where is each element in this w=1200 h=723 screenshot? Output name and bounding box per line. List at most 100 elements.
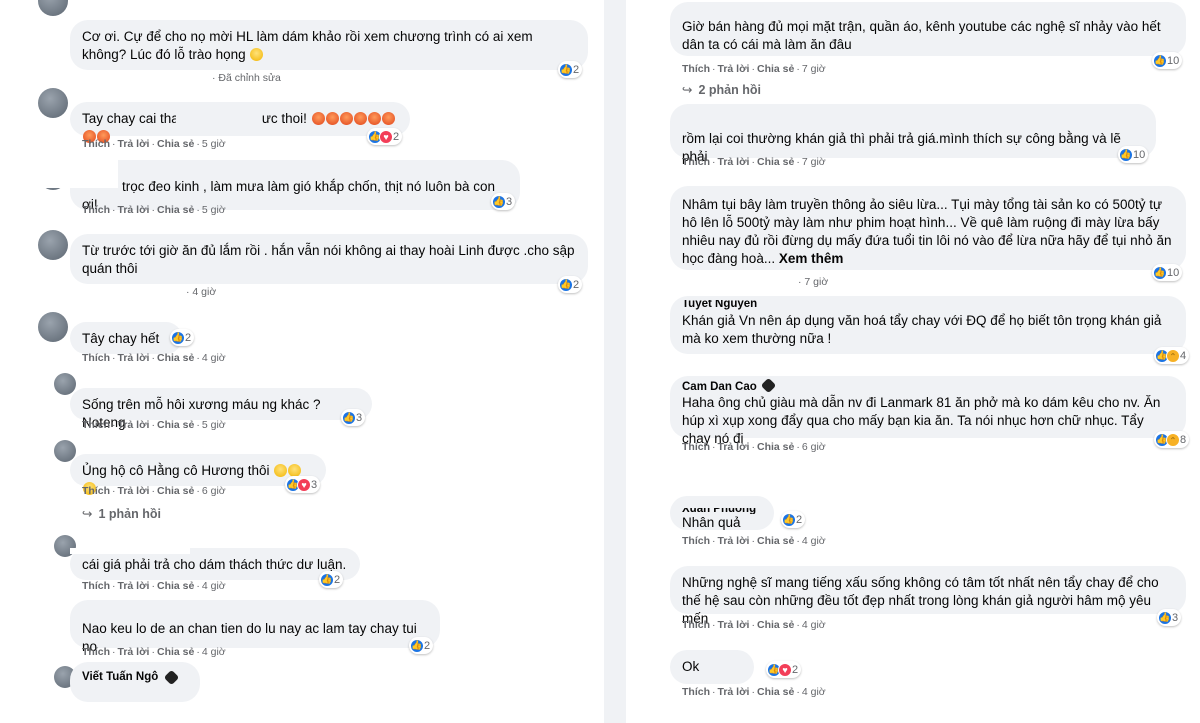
reaction-count[interactable]: 👍 ♥ 2 xyxy=(766,661,802,678)
avatar[interactable] xyxy=(38,230,68,260)
like-link[interactable]: Thích xyxy=(82,204,110,216)
comment-text: Từ trước tới giờ ăn đủ lắm rồi . hắn vẫn… xyxy=(82,243,575,276)
reply-link[interactable]: Trả lời xyxy=(118,646,150,658)
reaction-count[interactable]: 👍 2 xyxy=(319,571,344,588)
view-replies-link[interactable]: ↪ 1 phản hồi xyxy=(82,506,161,521)
comment-time: 5 giờ xyxy=(201,138,226,150)
reaction-count[interactable]: 👍 10 xyxy=(1152,52,1183,69)
like-link[interactable]: Thích xyxy=(682,441,710,453)
like-reaction-icon: 👍 xyxy=(1158,610,1172,625)
share-link[interactable]: Chia sẻ xyxy=(757,156,794,168)
like-reaction-icon: 👍 xyxy=(342,410,356,425)
reaction-count[interactable]: 👍 2 xyxy=(170,329,195,346)
reaction-count[interactable]: 👍 2 xyxy=(558,276,583,293)
view-replies-link[interactable]: ↪ 2 phản hồi xyxy=(682,82,761,97)
comment-bubble: Cơ ơi. Cự để cho nọ mời HL làm dám khảo … xyxy=(70,20,588,70)
like-link[interactable]: Thích xyxy=(82,419,110,431)
avatar[interactable] xyxy=(38,312,68,342)
reply-link[interactable]: Trả lời xyxy=(118,485,150,497)
share-link[interactable]: Chia sẻ xyxy=(157,138,194,150)
right-comment-column: Giờ bán hàng đủ mọi mặt trận, quần áo, k… xyxy=(626,0,1200,723)
comment-actions: Thích · Trả lời · Chia sẻ · 4 giờ xyxy=(682,686,826,698)
share-link[interactable]: Chia sẻ xyxy=(157,485,194,497)
comment-time: 6 giờ xyxy=(801,441,826,453)
reply-link[interactable]: Trả lời xyxy=(118,204,150,216)
like-link[interactable]: Thích xyxy=(682,156,710,168)
share-link[interactable]: Chia sẻ xyxy=(157,646,194,658)
comment-bubble: Giờ bán hàng đủ mọi mặt trận, quần áo, k… xyxy=(670,2,1186,56)
share-link[interactable]: Chia sẻ xyxy=(757,535,794,547)
comment-author[interactable]: Tuyet Nguyen xyxy=(682,300,1174,312)
reaction-count[interactable]: 👍 10 xyxy=(1118,146,1149,163)
share-link[interactable]: Chia sẻ xyxy=(157,419,194,431)
comment-author[interactable]: Xuan Phuong xyxy=(682,508,762,514)
reply-link[interactable]: Trả lời xyxy=(718,686,750,698)
share-link[interactable]: Chia sẻ xyxy=(757,441,794,453)
like-reaction-icon: 👍 xyxy=(171,330,185,345)
reaction-count[interactable]: 👍 3 xyxy=(1157,609,1182,626)
comment-meta: · Đã chỉnh sửa xyxy=(212,72,281,84)
reaction-count[interactable]: 👍 ♥ 2 xyxy=(367,128,403,145)
like-link[interactable]: Thích xyxy=(82,646,110,658)
comment-author[interactable]: Cam Dan Cao xyxy=(682,377,1174,394)
avatar[interactable] xyxy=(54,440,76,462)
comment-actions: Thích · Trả lời · Chia sẻ · 4 giờ xyxy=(82,580,226,592)
comment-text: cái giá phải trả cho dám thách thức dư l… xyxy=(82,557,347,572)
angry-emoji-icon xyxy=(353,112,367,125)
share-link[interactable]: Chia sẻ xyxy=(157,580,194,592)
reply-link[interactable]: Trả lời xyxy=(118,138,150,150)
reaction-count[interactable]: 👍 3 xyxy=(341,409,366,426)
like-link[interactable]: Thích xyxy=(682,535,710,547)
comment-text: Nhân quả xyxy=(682,515,741,530)
reply-link[interactable]: Trả lời xyxy=(718,535,750,547)
edited-label: Đã chỉnh sửa xyxy=(218,72,281,84)
comment-text: rồm lại coi thường xyxy=(682,131,792,146)
share-link[interactable]: Chia sẻ xyxy=(757,686,794,698)
comment-actions: Thích · Trả lời · Chia sẻ · 4 giờ xyxy=(82,352,226,364)
comment-text: Ok xyxy=(682,659,700,674)
comment-bubble: Viết Tuấn Ngô xyxy=(70,662,200,702)
reply-link[interactable]: Trả lời xyxy=(118,352,150,364)
comment-bubble: Ok xyxy=(670,650,754,684)
comment-bubble: Những nghệ sĩ mang tiếng xấu sống không … xyxy=(670,566,1186,626)
reaction-count[interactable]: 👍 2 xyxy=(558,61,583,78)
reply-link[interactable]: Trả lời xyxy=(118,419,150,431)
comment-bubble: rồm lại coi thường khán giả thì phải trả… xyxy=(670,104,1156,164)
comment-meta: · 7 giờ xyxy=(798,276,829,288)
reaction-count[interactable]: 👍 10 xyxy=(1152,264,1183,281)
reply-link[interactable]: Trả lời xyxy=(118,580,150,592)
reaction-count[interactable]: 👍 2 xyxy=(781,511,806,528)
reply-link[interactable]: Trả lời xyxy=(718,63,750,75)
reply-link[interactable]: Trả lời xyxy=(718,156,750,168)
share-link[interactable]: Chia sẻ xyxy=(157,204,194,216)
like-link[interactable]: Thích xyxy=(82,138,110,150)
like-link[interactable]: Thích xyxy=(682,63,710,75)
avatar[interactable] xyxy=(38,0,68,16)
reaction-count[interactable]: 👍 2 xyxy=(409,637,434,654)
like-link[interactable]: Thích xyxy=(82,485,110,497)
angry-emoji-icon xyxy=(339,112,353,125)
reaction-count[interactable]: 👍 ᵔ 8 xyxy=(1154,431,1190,448)
like-link[interactable]: Thích xyxy=(682,619,710,631)
comment-time: 4 giờ xyxy=(801,619,826,631)
avatar[interactable] xyxy=(54,373,76,395)
reply-link[interactable]: Trả lời xyxy=(718,619,750,631)
like-link[interactable]: Thích xyxy=(82,580,110,592)
redaction xyxy=(14,154,118,188)
avatar[interactable] xyxy=(38,88,68,118)
reaction-count[interactable]: 👍 ᵔ 4 xyxy=(1154,347,1190,364)
reply-link[interactable]: Trả lời xyxy=(718,441,750,453)
comment-text: Giờ bán hàng đủ mọi mặt trận, quần áo, k… xyxy=(682,19,1161,52)
like-link[interactable]: Thích xyxy=(682,686,710,698)
haha-reaction-icon: ᵔ xyxy=(1166,348,1180,363)
reaction-count[interactable]: 👍 3 xyxy=(491,193,516,210)
reaction-count[interactable]: 👍 ♥ 3 xyxy=(285,476,321,493)
column-divider xyxy=(604,0,626,723)
like-link[interactable]: Thích xyxy=(82,352,110,364)
share-link[interactable]: Chia sẻ xyxy=(757,619,794,631)
share-link[interactable]: Chia sẻ xyxy=(757,63,794,75)
see-more-link[interactable]: Xem thêm xyxy=(779,251,844,266)
like-reaction-icon: 👍 xyxy=(559,62,573,77)
share-link[interactable]: Chia sẻ xyxy=(157,352,194,364)
comment-text: Khán giả Vn nên áp dụng văn hoá tẩy chay… xyxy=(682,313,1162,346)
